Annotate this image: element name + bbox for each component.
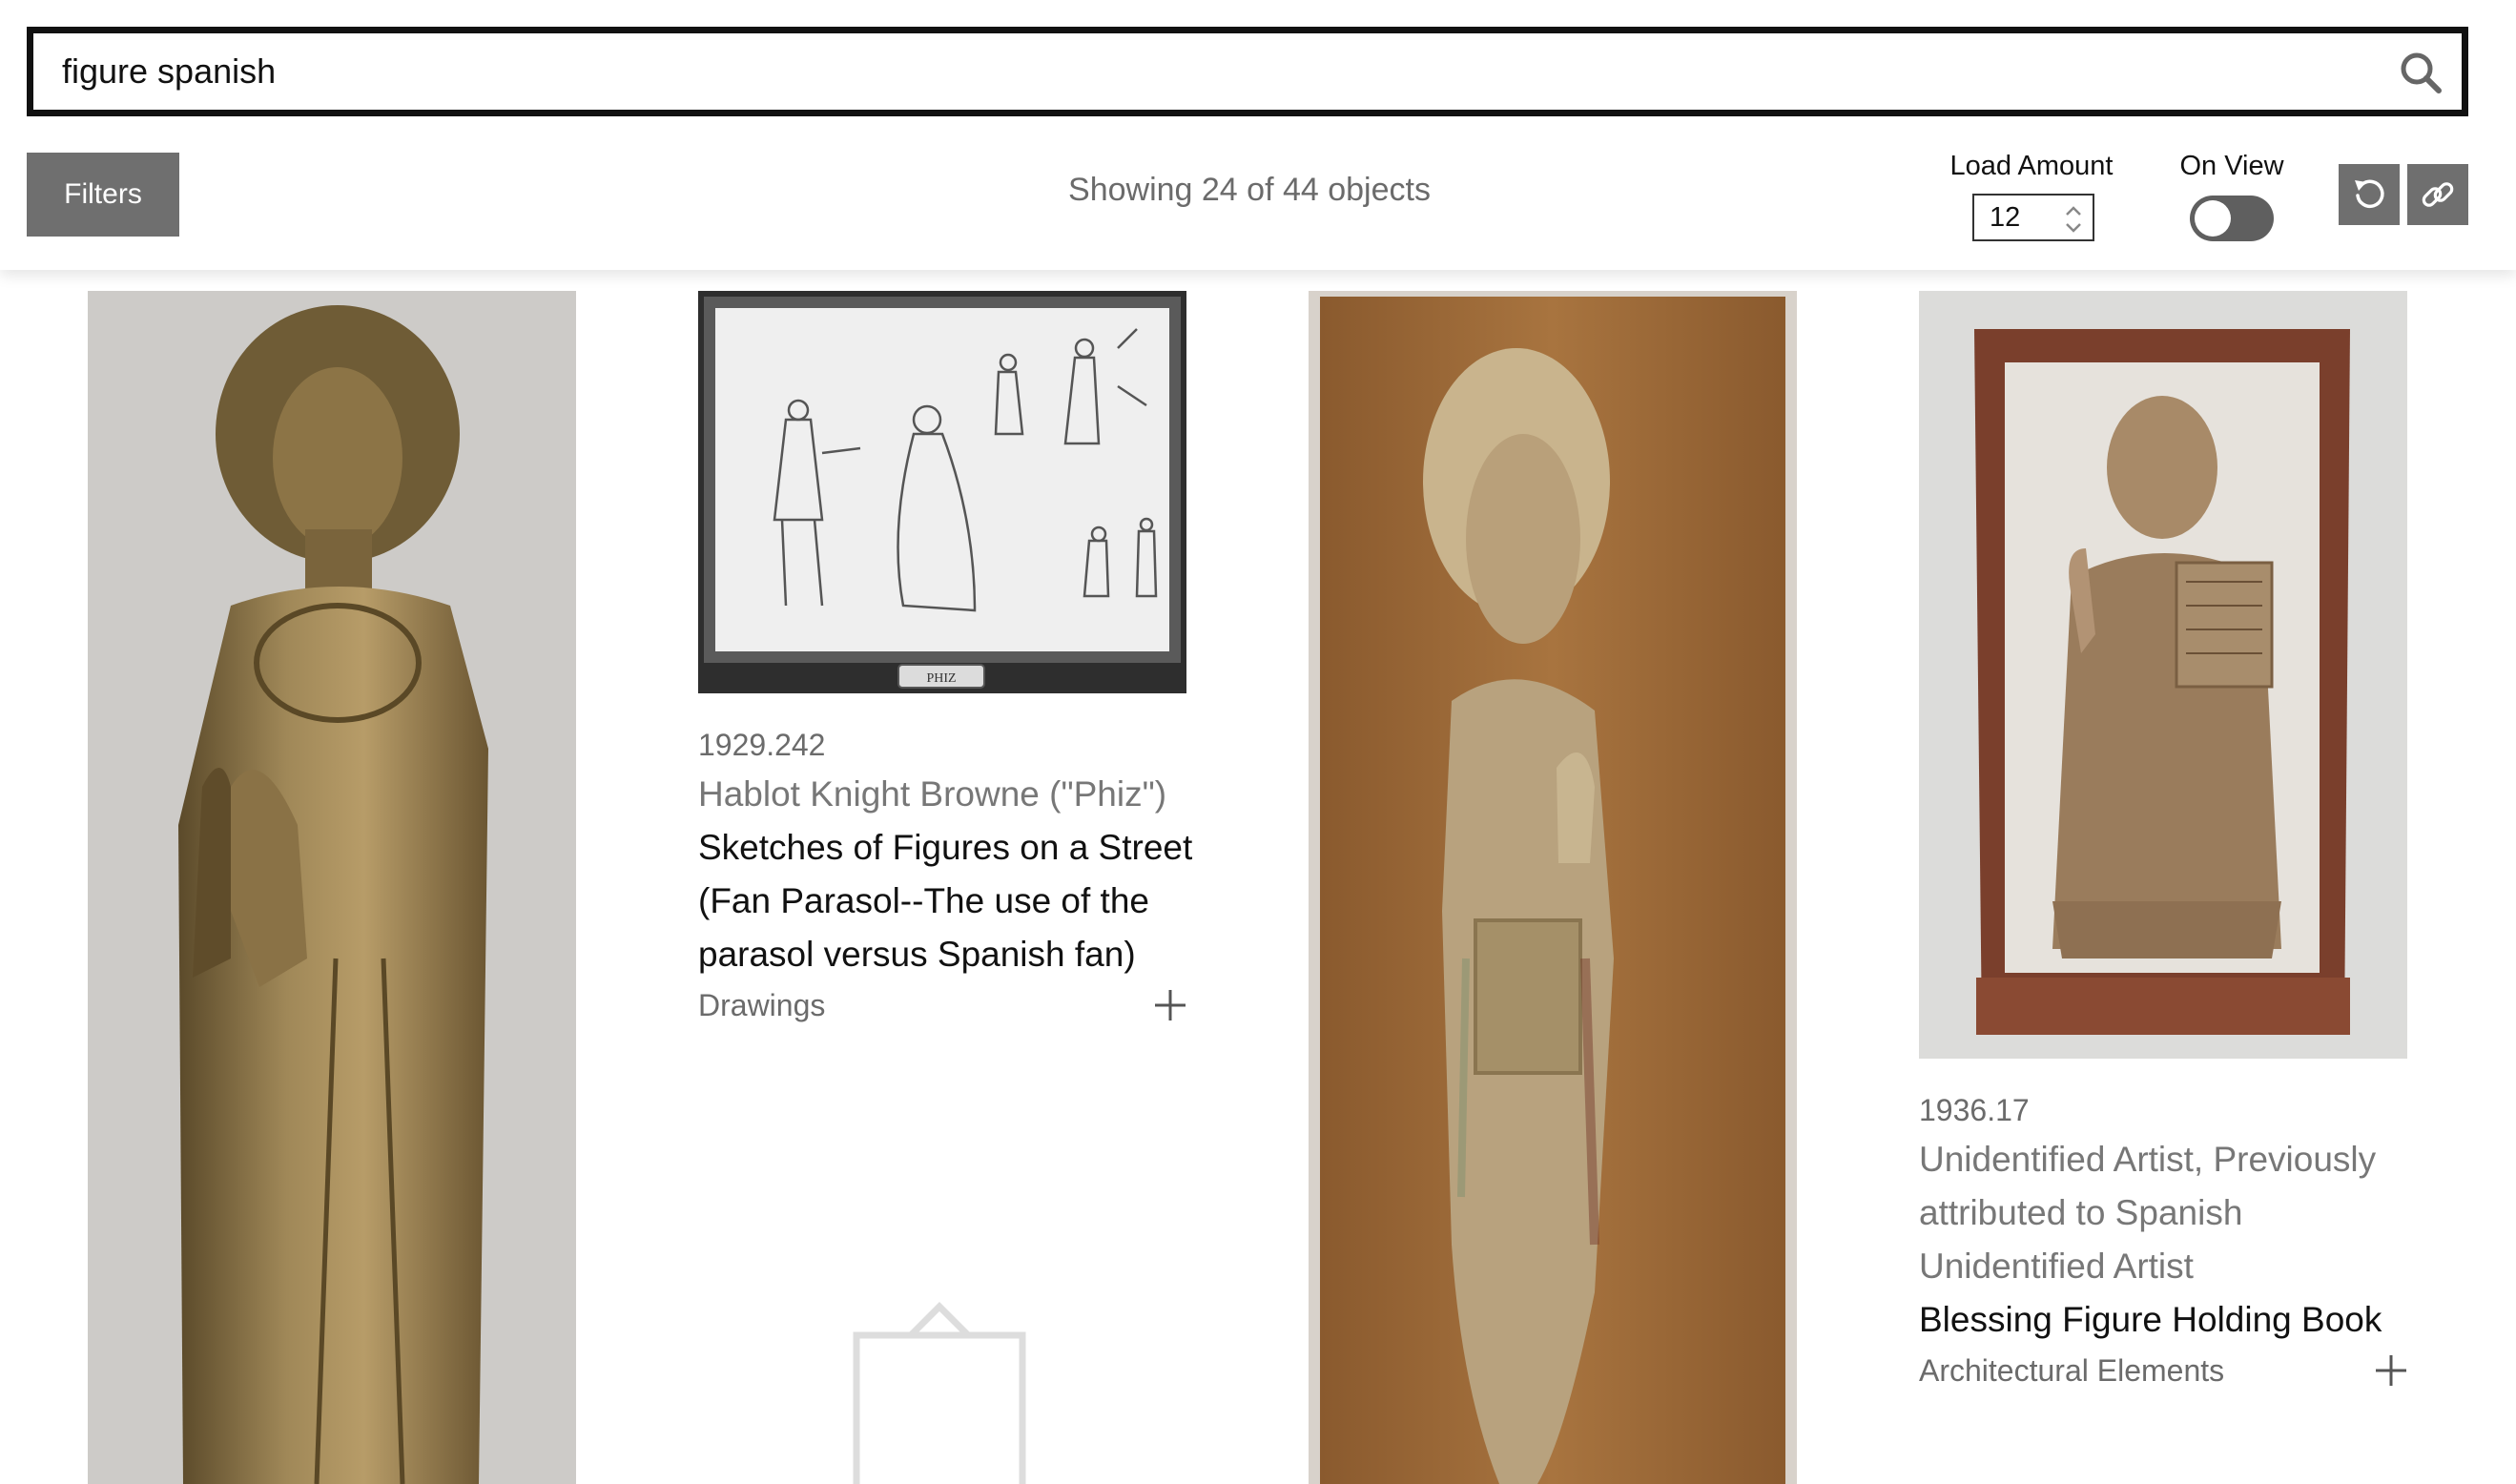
object-metadata: 1929.242 Hablot Knight Browne ("Phiz") S… xyxy=(698,722,1194,1029)
copy-link-button[interactable] xyxy=(2407,164,2468,225)
object-image[interactable] xyxy=(88,291,576,1484)
add-icon[interactable] xyxy=(1152,987,1188,1023)
load-amount-value: 12 xyxy=(1990,201,2021,233)
object-image[interactable]: PHIZ xyxy=(698,291,1186,693)
department-label: Architectural Elements xyxy=(1919,1353,2225,1388)
panel-figure-image xyxy=(1309,291,1797,1484)
stepper-arrows-icon[interactable] xyxy=(2054,196,2093,239)
search-icon[interactable] xyxy=(2399,51,2443,94)
department-label: Drawings xyxy=(698,988,826,1022)
department-row: Drawings xyxy=(698,981,1194,1029)
toggle-knob xyxy=(2195,200,2231,237)
sketch-image: PHIZ xyxy=(698,291,1186,693)
artist-name[interactable]: Unidentified Artist, Previously attribut… xyxy=(1919,1133,2415,1293)
object-image[interactable] xyxy=(1919,291,2407,1059)
frame-label: PHIZ xyxy=(926,671,956,686)
object-title[interactable]: Blessing Figure Holding Book xyxy=(1919,1293,2415,1347)
object-metadata: 1936.17 Unidentified Artist, Previously … xyxy=(1919,1087,2415,1394)
results-count: Showing 24 of 44 objects xyxy=(1068,172,1431,208)
on-view-toggle[interactable] xyxy=(2190,196,2274,241)
link-icon xyxy=(2422,182,2454,207)
object-title[interactable]: Sketches of Figures on a Street (Fan Par… xyxy=(698,821,1194,981)
accession-number: 1929.242 xyxy=(698,728,826,762)
accession-number: 1936.17 xyxy=(1919,1093,2030,1127)
load-amount-stepper[interactable]: 12 xyxy=(1972,194,2094,241)
add-icon[interactable] xyxy=(2373,1352,2409,1389)
artist-name[interactable]: Hablot Knight Browne ("Phiz") xyxy=(698,768,1194,821)
relief-image xyxy=(1919,291,2407,1059)
search-bar xyxy=(27,27,2468,116)
reset-icon xyxy=(2355,179,2384,209)
department-row: Architectural Elements xyxy=(1919,1347,2415,1394)
search-input[interactable] xyxy=(62,33,2351,110)
search-header: Filters Showing 24 of 44 objects Load Am… xyxy=(0,0,2516,270)
load-amount-label: Load Amount xyxy=(1949,151,2114,181)
on-view-label: On View xyxy=(2179,151,2284,181)
filters-button[interactable]: Filters xyxy=(27,153,179,237)
image-placeholder-icon xyxy=(853,1302,1026,1484)
object-image[interactable] xyxy=(1309,291,1797,1484)
carved-figure-image xyxy=(88,291,576,1484)
reset-button[interactable] xyxy=(2339,164,2400,225)
